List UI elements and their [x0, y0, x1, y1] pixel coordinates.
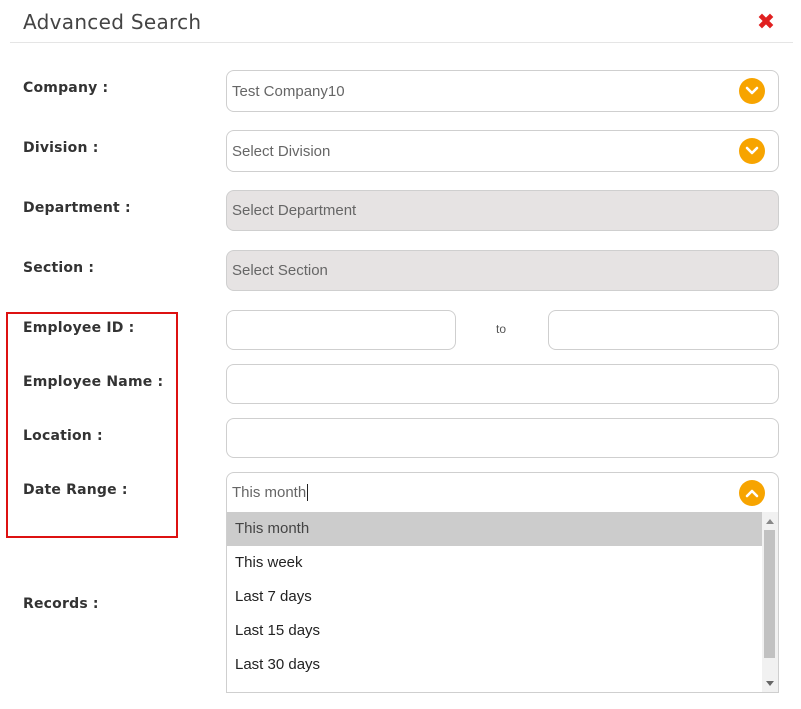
records-label: Records : — [23, 596, 99, 612]
scroll-down-arrow-icon[interactable] — [762, 676, 778, 690]
option-last-30-days[interactable]: Last 30 days — [227, 648, 762, 682]
company-select[interactable]: Test Company10 — [226, 70, 779, 112]
division-label: Division : — [23, 140, 99, 156]
employee-id-to-label: to — [496, 322, 507, 336]
scroll-up-arrow-icon[interactable] — [762, 514, 778, 528]
chevron-down-icon[interactable] — [739, 78, 765, 104]
title-divider — [10, 42, 793, 43]
scroll-thumb[interactable] — [764, 530, 775, 658]
option-this-week[interactable]: This week — [227, 546, 762, 580]
date-range-label: Date Range : — [23, 482, 128, 498]
dialog-title: Advanced Search — [23, 10, 202, 34]
company-label: Company : — [23, 80, 109, 96]
division-placeholder: Select Division — [232, 142, 331, 160]
employee-name-input[interactable] — [226, 364, 779, 404]
section-placeholder: Select Section — [232, 262, 328, 279]
highlight-box — [6, 312, 178, 538]
employee-name-label: Employee Name : — [23, 374, 164, 390]
division-select[interactable]: Select Division — [226, 130, 779, 172]
employee-id-from-input[interactable] — [226, 310, 456, 350]
location-input[interactable] — [226, 418, 779, 458]
option-last-7-days[interactable]: Last 7 days — [227, 580, 762, 614]
date-range-input[interactable]: This month — [226, 472, 779, 513]
chevron-down-icon[interactable] — [739, 138, 765, 164]
company-value: Test Company10 — [232, 82, 345, 100]
dropdown-scrollbar[interactable] — [762, 512, 778, 692]
date-range-value: This month — [232, 484, 307, 501]
option-this-month[interactable]: This month — [227, 512, 762, 546]
section-select: Select Section — [226, 250, 779, 291]
location-label: Location : — [23, 428, 103, 444]
option-last-15-days[interactable]: Last 15 days — [227, 614, 762, 648]
employee-id-label: Employee ID : — [23, 320, 135, 336]
chevron-up-icon[interactable] — [739, 479, 765, 506]
section-label: Section : — [23, 260, 95, 276]
employee-id-to-input[interactable] — [548, 310, 779, 350]
department-label: Department : — [23, 200, 131, 216]
department-placeholder: Select Department — [232, 202, 357, 219]
text-cursor — [307, 484, 309, 501]
close-icon[interactable]: ✖ — [755, 12, 777, 34]
date-range-dropdown: This month This week Last 7 days Last 15… — [226, 512, 779, 693]
department-select: Select Department — [226, 190, 779, 231]
